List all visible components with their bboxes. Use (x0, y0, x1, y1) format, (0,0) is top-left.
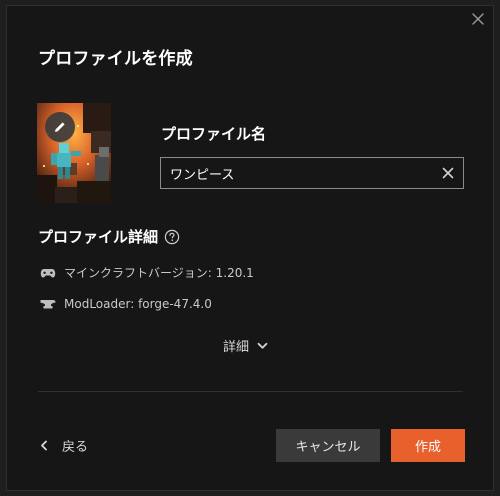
edit-image-button[interactable] (45, 112, 75, 142)
create-profile-dialog: プロファイルを作成 プロファイル名 ワンピース プロファイル詳細 マインクラフト… (6, 5, 494, 491)
profile-image[interactable] (37, 103, 111, 203)
profile-name-label: プロファイル名 (161, 125, 267, 143)
profile-details-heading: プロファイル詳細 (38, 226, 180, 247)
close-icon[interactable] (471, 12, 485, 26)
footer-divider (38, 391, 463, 392)
profile-name-field (160, 157, 464, 189)
create-button[interactable]: 作成 (391, 429, 465, 462)
chevron-left-icon (41, 440, 47, 451)
gamepad-icon (40, 268, 56, 277)
profile-details-title: プロファイル詳細 (38, 228, 159, 246)
more-details-toggle[interactable]: 詳細 (223, 336, 268, 355)
clear-input-icon[interactable] (442, 167, 454, 179)
dialog-title: プロファイルを作成 (38, 49, 193, 69)
pencil-icon (55, 122, 65, 132)
mod-loader-row: ModLoader: forge-47.4.0 (40, 297, 212, 311)
more-details-label: 詳細 (223, 340, 250, 355)
back-label: 戻る (62, 440, 89, 455)
cancel-button[interactable]: キャンセル (276, 429, 380, 462)
game-version-row: マインクラフトバージョン: 1.20.1 (40, 264, 254, 281)
profile-name-input[interactable] (161, 158, 431, 188)
question-circle-icon[interactable] (164, 229, 180, 245)
chevron-down-icon (257, 342, 268, 349)
mod-loader-text: ModLoader: forge-47.4.0 (64, 297, 212, 311)
back-button[interactable]: 戻る (40, 436, 88, 455)
anvil-icon (40, 300, 56, 309)
game-version-text: マインクラフトバージョン: 1.20.1 (64, 266, 254, 280)
